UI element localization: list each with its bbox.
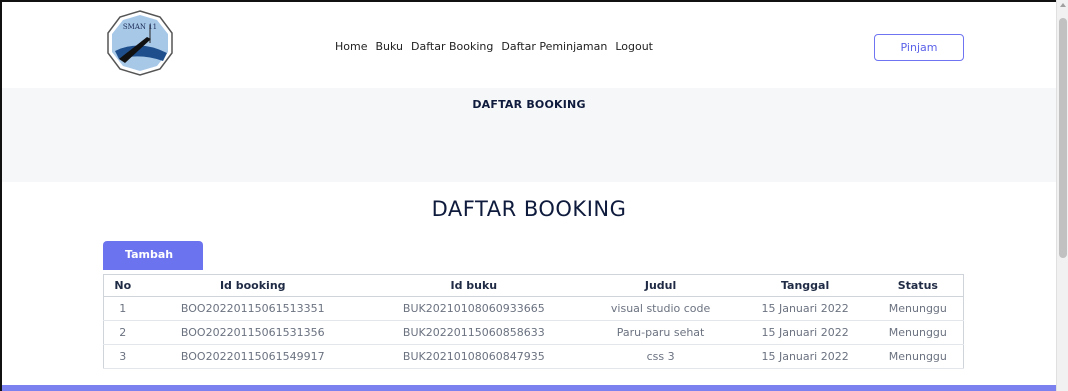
pinjam-button[interactable]: Pinjam bbox=[874, 34, 964, 61]
tambah-button[interactable]: Tambah bbox=[103, 241, 203, 270]
cell-status: Menunggu bbox=[872, 344, 964, 369]
cell-id-buku: BUK20220115060858633 bbox=[364, 320, 584, 345]
main-nav: Home Buku Daftar Booking Daftar Peminjam… bbox=[335, 40, 653, 53]
cell-id-booking: BOO20220115061513351 bbox=[141, 296, 364, 321]
table-row: 2 BOO20220115061531356 BUK20220115060858… bbox=[103, 320, 964, 345]
col-header-tanggal: Tanggal bbox=[737, 274, 873, 297]
cell-id-buku: BUK20210108060847935 bbox=[364, 344, 584, 369]
page-banner: DAFTAR BOOKING bbox=[2, 88, 1056, 182]
table-header-row: No Id booking Id buku Judul Tanggal Stat… bbox=[103, 274, 964, 297]
cell-judul: css 3 bbox=[583, 344, 738, 369]
cell-no: 3 bbox=[103, 344, 142, 369]
nav-home[interactable]: Home bbox=[335, 40, 367, 53]
nav-daftar-booking[interactable]: Daftar Booking bbox=[411, 40, 493, 53]
cell-no: 2 bbox=[103, 320, 142, 345]
cell-tanggal: 15 Januari 2022 bbox=[737, 296, 873, 321]
nav-daftar-peminjaman[interactable]: Daftar Peminjaman bbox=[501, 40, 607, 53]
vertical-scrollbar[interactable] bbox=[1056, 0, 1068, 391]
col-header-no: No bbox=[103, 274, 142, 297]
cell-tanggal: 15 Januari 2022 bbox=[737, 344, 873, 369]
scrollbar-thumb[interactable] bbox=[1059, 18, 1067, 258]
cell-status: Menunggu bbox=[872, 320, 964, 345]
school-logo[interactable]: SMAN 11 bbox=[105, 9, 175, 77]
page-title: DAFTAR BOOKING bbox=[431, 197, 627, 221]
navbar: SMAN 11 Home Buku Daftar Booking Daftar … bbox=[2, 2, 1056, 88]
cell-judul: Paru-paru sehat bbox=[583, 320, 738, 345]
cell-no: 1 bbox=[103, 296, 142, 321]
col-header-id-buku: Id buku bbox=[364, 274, 584, 297]
scroll-up-arrow-icon[interactable] bbox=[1060, 3, 1066, 7]
table-row: 3 BOO20220115061549917 BUK20210108060847… bbox=[103, 344, 964, 369]
banner-title: DAFTAR BOOKING bbox=[472, 98, 586, 111]
table-row: 1 BOO20220115061513351 BUK20210108060933… bbox=[103, 296, 964, 321]
cell-judul: visual studio code bbox=[583, 296, 738, 321]
nav-logout[interactable]: Logout bbox=[615, 40, 653, 53]
cell-id-buku: BUK20210108060933665 bbox=[364, 296, 584, 321]
col-header-id-booking: Id booking bbox=[141, 274, 364, 297]
logo-text: SMAN 11 bbox=[123, 23, 157, 31]
footer-bar bbox=[2, 385, 1056, 391]
cell-status: Menunggu bbox=[872, 296, 964, 321]
nav-buku[interactable]: Buku bbox=[375, 40, 403, 53]
cell-tanggal: 15 Januari 2022 bbox=[737, 320, 873, 345]
cell-id-booking: BOO20220115061531356 bbox=[141, 320, 364, 345]
col-header-judul: Judul bbox=[583, 274, 738, 297]
booking-table: No Id booking Id buku Judul Tanggal Stat… bbox=[103, 274, 964, 369]
col-header-status: Status bbox=[872, 274, 964, 297]
cell-id-booking: BOO20220115061549917 bbox=[141, 344, 364, 369]
